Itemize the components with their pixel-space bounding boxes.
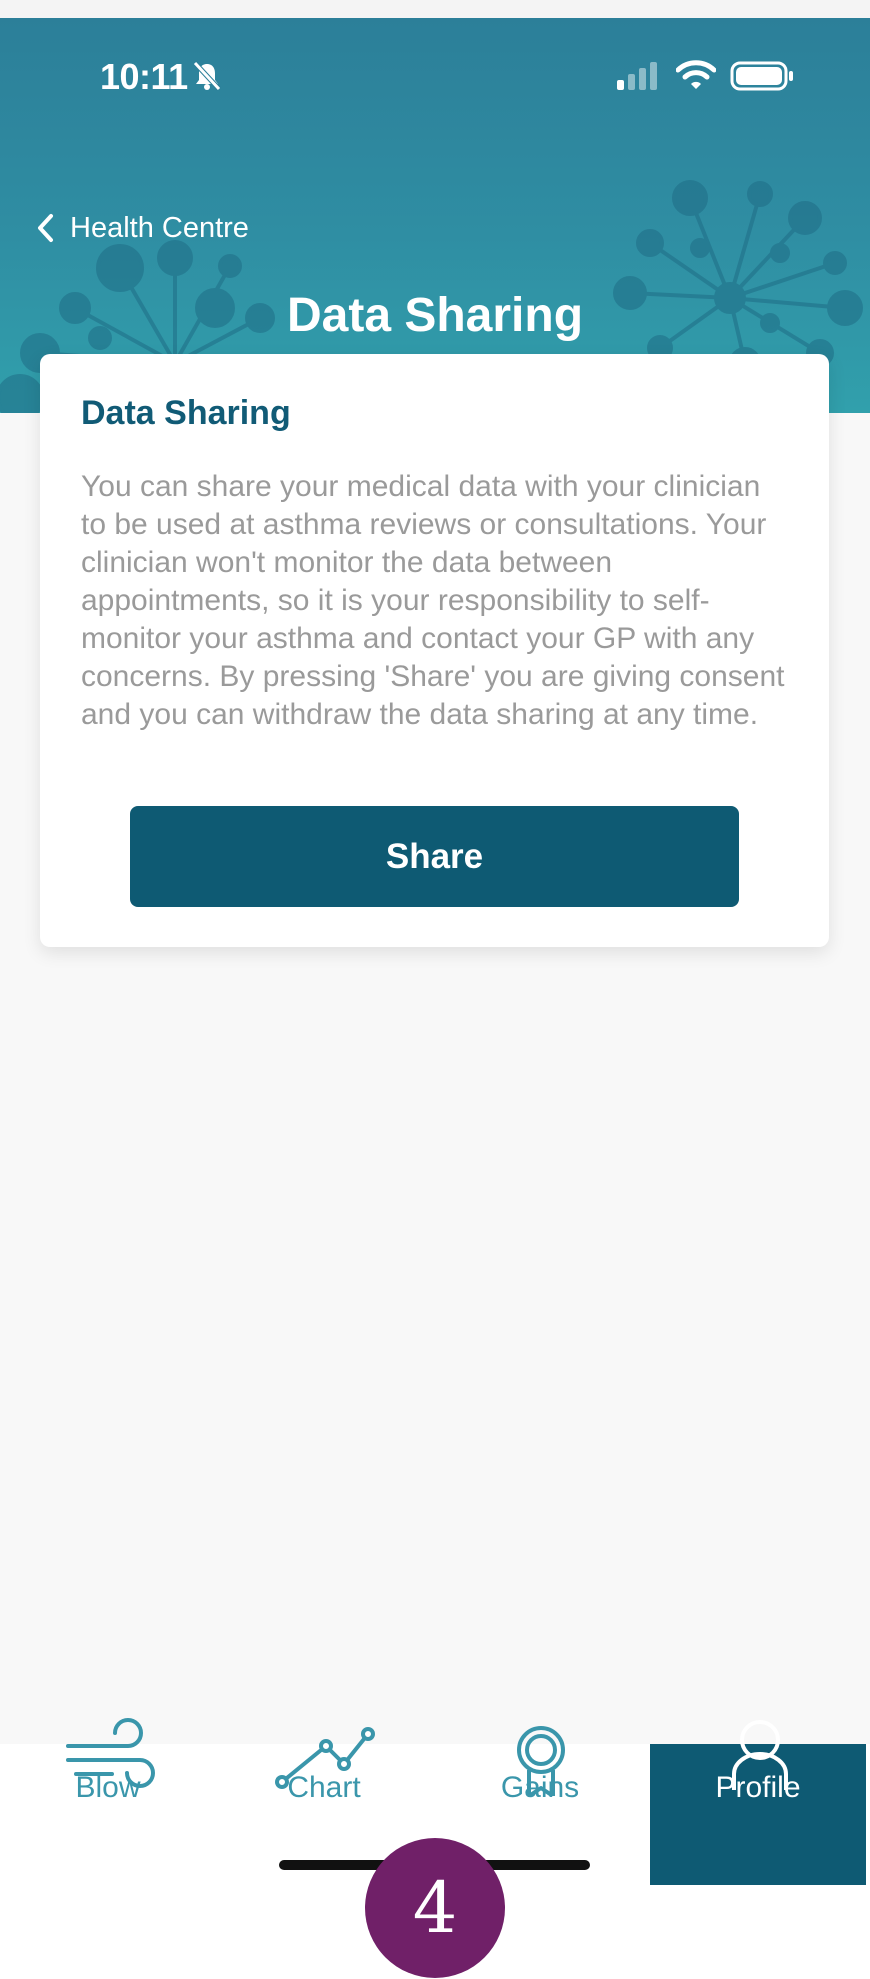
chevron-left-icon [38,214,53,242]
top-strip [0,0,870,18]
tab-chart-label: Chart [287,1771,361,1804]
data-sharing-card: Data Sharing You can share your medical … [40,354,829,947]
battery-icon [730,61,793,91]
tab-blow-label: Blow [75,1771,141,1804]
share-button[interactable]: Share [130,806,739,907]
card-description: You can share your medical data with you… [81,470,785,731]
bell-slash-icon [193,61,221,91]
tab-gains-label: Gains [500,1771,580,1804]
back-button[interactable]: Health Centre [36,208,249,248]
tab-blow[interactable]: Blow [0,1718,216,1885]
number-badge: 4 [365,1838,505,1978]
page-title: Data Sharing [286,289,584,342]
tab-profile-label: Profile [715,1771,801,1804]
back-label: Health Centre [70,211,249,244]
wifi-icon [676,60,716,89]
status-time: 10:11 [100,56,188,97]
tab-profile[interactable]: Profile [650,1720,866,1885]
signal-icon [617,62,657,90]
card-title: Data Sharing [81,394,291,432]
